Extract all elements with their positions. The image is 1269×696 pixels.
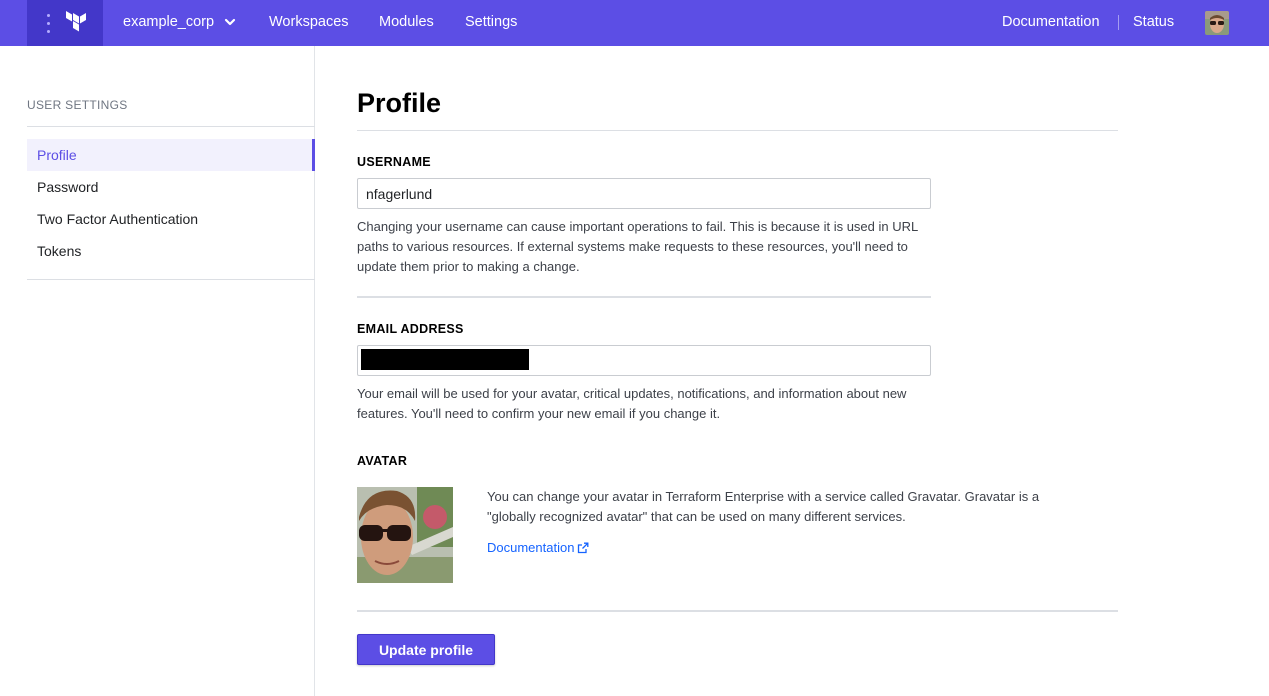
terraform-logo-icon[interactable] [65,11,89,35]
sidebar-item-tokens[interactable]: Tokens [27,235,315,267]
page-title: Profile [357,88,442,118]
title-divider [357,130,1118,131]
nav-workspaces[interactable]: Workspaces [269,14,349,30]
update-profile-button[interactable]: Update profile [357,634,495,665]
avatar-help: You can change your avatar in Terraform … [487,489,1040,524]
nav-divider [1118,15,1119,30]
email-label: EMAIL ADDRESS [357,322,464,336]
avatar-image [357,487,453,583]
documentation-link-label[interactable]: Documentation [487,540,574,555]
external-link-icon[interactable] [577,542,589,554]
sidebar-item-password[interactable]: Password [27,171,315,203]
sidebar-item-profile[interactable]: Profile [27,139,315,171]
username-label: USERNAME [357,155,431,169]
email-help: Your email will be used for your avatar,… [357,386,907,421]
sidebar-item-two-factor[interactable]: Two Factor Authentication [27,203,315,235]
field-divider [357,296,931,298]
nav-modules[interactable]: Modules [379,14,434,30]
redacted-email [361,349,529,370]
sidebar-heading: USER SETTINGS [27,98,128,112]
nav-status[interactable]: Status [1133,14,1174,30]
menu-dots-icon[interactable] [46,14,51,33]
top-nav: example_corp Workspaces Modules Settings… [0,0,1269,46]
sidebar-divider [27,279,315,280]
app-switcher[interactable] [27,0,103,46]
org-name[interactable]: example_corp [123,14,214,30]
username-input[interactable] [357,178,931,209]
avatar-label: AVATAR [357,454,408,468]
chevron-down-icon[interactable] [224,16,236,28]
org-switcher[interactable]: example_corp [123,14,236,30]
user-avatar[interactable] [1205,11,1229,35]
username-help: Changing your username can cause importa… [357,219,918,274]
nav-settings[interactable]: Settings [465,14,517,30]
form-divider [357,610,1118,612]
nav-documentation[interactable]: Documentation [1002,14,1100,30]
documentation-link[interactable]: Documentation [487,540,589,555]
sidebar-divider [27,126,315,127]
